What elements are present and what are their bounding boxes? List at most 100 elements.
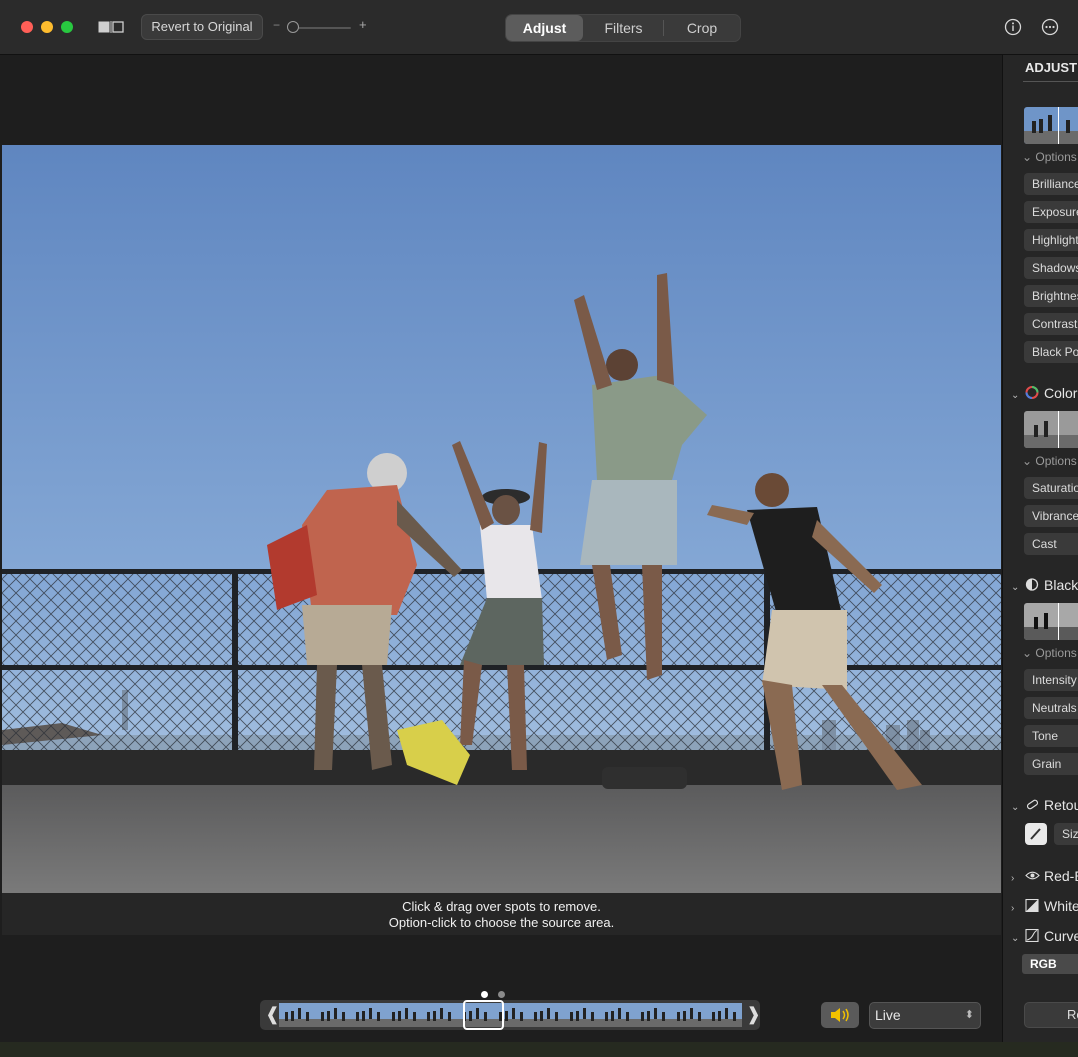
page-dot-active[interactable] xyxy=(481,991,488,998)
slider-neutrals[interactable]: Neutrals xyxy=(1024,697,1078,719)
tab-crop[interactable]: Crop xyxy=(664,15,740,41)
bw-options-toggle[interactable]: ⌄ Options xyxy=(1022,646,1077,660)
filmstrip-frames xyxy=(279,1003,742,1027)
section-white-balance[interactable]: › White Balance xyxy=(1011,898,1078,914)
section-retouch[interactable]: ⌄ Retouch xyxy=(1011,797,1078,813)
filmstrip-end-handle[interactable]: ❱ xyxy=(746,1003,761,1025)
section-retouch-label: Retouch xyxy=(1044,797,1078,813)
sidebar-divider xyxy=(1023,81,1078,82)
chevron-down-icon: ⌄ xyxy=(1022,454,1036,468)
section-curves-label: Curves xyxy=(1044,928,1078,944)
edit-toolbar: Revert to Original − + Adjust Filters Cr… xyxy=(0,0,1078,55)
filmstrip-start-handle[interactable]: ❰ xyxy=(265,1003,280,1025)
bw-options-label: Options xyxy=(1035,646,1077,660)
sound-toggle-button[interactable] xyxy=(821,1002,859,1028)
filmstrip-frame[interactable] xyxy=(706,1003,742,1027)
bandage-icon xyxy=(1026,799,1039,810)
tab-adjust[interactable]: Adjust xyxy=(506,15,583,41)
filmstrip-frame[interactable] xyxy=(563,1003,601,1027)
more-icon[interactable] xyxy=(1041,18,1059,36)
chevron-down-icon: ⌄ xyxy=(1011,390,1020,401)
slider-intensity[interactable]: Intensity xyxy=(1024,669,1078,691)
filmstrip-frame[interactable] xyxy=(421,1003,458,1027)
section-color-label: Color xyxy=(1044,385,1078,401)
filmstrip-frame[interactable] xyxy=(635,1003,672,1027)
chevron-down-icon: ⌄ xyxy=(1022,150,1036,164)
filmstrip-frame[interactable] xyxy=(314,1003,352,1027)
color-wheel-icon xyxy=(1025,386,1039,399)
page-dot[interactable] xyxy=(498,991,505,998)
chevron-right-icon: › xyxy=(1011,903,1015,914)
eye-icon xyxy=(1025,871,1040,880)
photo-canvas: Click & drag over spots to remove. Optio… xyxy=(0,55,1002,1042)
desktop-background xyxy=(0,1042,1078,1057)
slider-cast[interactable]: Cast xyxy=(1024,533,1078,555)
slider-brightness[interactable]: Brightness xyxy=(1024,285,1078,307)
zoom-knob[interactable] xyxy=(287,21,299,33)
minimize-window-button[interactable] xyxy=(41,21,53,33)
filmstrip-frame[interactable] xyxy=(385,1003,423,1027)
filmstrip-frame[interactable] xyxy=(528,1003,565,1027)
chevron-right-icon: › xyxy=(1011,873,1015,884)
retouch-brush-button[interactable] xyxy=(1025,823,1047,845)
bw-thumbnail-image xyxy=(1024,603,1078,640)
section-red-eye[interactable]: › Red-Eye xyxy=(1011,868,1078,884)
light-options-toggle[interactable]: ⌄ Options xyxy=(1022,150,1077,164)
adjust-sidebar: ADJUST ⌄ Options Brilliance Exposure Hig… xyxy=(1002,55,1078,1042)
zoom-in-label: + xyxy=(359,17,367,32)
curves-channel-select[interactable]: RGB xyxy=(1022,954,1078,974)
slider-brilliance[interactable]: Brilliance xyxy=(1024,173,1078,195)
live-photo-filmstrip[interactable]: ❰ ❱ xyxy=(260,1000,761,1030)
hint-line-2: Option-click to choose the source area. xyxy=(388,915,615,930)
speaker-icon xyxy=(831,1008,849,1022)
info-icon[interactable] xyxy=(1004,18,1022,36)
slider-shadows[interactable]: Shadows xyxy=(1024,257,1078,279)
slider-black-point[interactable]: Black Point xyxy=(1024,341,1078,363)
color-preview-thumbnail[interactable] xyxy=(1024,411,1078,448)
slider-contrast[interactable]: Contrast xyxy=(1024,313,1078,335)
slider-vibrance[interactable]: Vibrance xyxy=(1024,505,1078,527)
bw-preview-thumbnail[interactable] xyxy=(1024,603,1078,640)
section-black-white[interactable]: ⌄ Black & White xyxy=(1011,577,1078,593)
live-mode-select[interactable]: Live ⬍ xyxy=(869,1002,981,1029)
light-thumbnail-image xyxy=(1024,107,1078,144)
section-color[interactable]: ⌄ Color xyxy=(1011,385,1077,401)
slider-saturation[interactable]: Saturation xyxy=(1024,477,1078,499)
filmstrip-frame[interactable] xyxy=(670,1003,708,1027)
slider-exposure[interactable]: Exposure xyxy=(1024,201,1078,223)
slider-highlights[interactable]: Highlights xyxy=(1024,229,1078,251)
zoom-slider[interactable]: − + xyxy=(273,17,373,36)
chevron-down-icon: ⌄ xyxy=(1022,646,1036,660)
zoom-out-label: − xyxy=(273,18,281,32)
slider-grain[interactable]: Grain xyxy=(1024,753,1078,775)
color-options-toggle[interactable]: ⌄ Options xyxy=(1022,454,1077,468)
section-red-eye-label: Red-Eye xyxy=(1044,868,1078,884)
chevron-down-icon: ⌄ xyxy=(1011,933,1020,944)
close-window-button[interactable] xyxy=(21,21,33,33)
retouch-size-slider[interactable]: Size xyxy=(1054,823,1078,845)
edit-mode-tabs: Adjust Filters Crop xyxy=(505,14,741,42)
filmstrip-frame[interactable] xyxy=(279,1003,316,1027)
hint-line-1: Click & drag over spots to remove. xyxy=(402,899,601,914)
live-mode-value: Live xyxy=(875,1007,901,1023)
photos-edit-window: Revert to Original − + Adjust Filters Cr… xyxy=(0,0,1078,1042)
section-black-white-label: Black & White xyxy=(1044,577,1078,593)
photo-image xyxy=(2,145,1001,893)
zoom-window-button[interactable] xyxy=(61,21,73,33)
split-view-icon[interactable] xyxy=(98,21,124,33)
light-options-label: Options xyxy=(1035,150,1077,164)
section-white-balance-label: White Balance xyxy=(1044,898,1078,914)
tab-filters[interactable]: Filters xyxy=(585,15,662,41)
brush-icon xyxy=(1030,828,1041,840)
light-preview-thumbnail[interactable] xyxy=(1024,107,1078,144)
page-dots xyxy=(480,991,510,999)
filmstrip-frame[interactable] xyxy=(350,1003,387,1027)
color-thumbnail-image xyxy=(1024,411,1078,448)
revert-to-original-button[interactable]: Revert to Original xyxy=(141,14,263,40)
filmstrip-frame[interactable] xyxy=(599,1003,636,1027)
edited-photo[interactable] xyxy=(2,145,1001,893)
section-curves[interactable]: ⌄ Curves xyxy=(1011,928,1078,944)
slider-tone[interactable]: Tone xyxy=(1024,725,1078,747)
reset-adjustments-button[interactable]: Reset xyxy=(1024,1002,1078,1028)
key-photo-selector[interactable] xyxy=(463,1000,504,1030)
